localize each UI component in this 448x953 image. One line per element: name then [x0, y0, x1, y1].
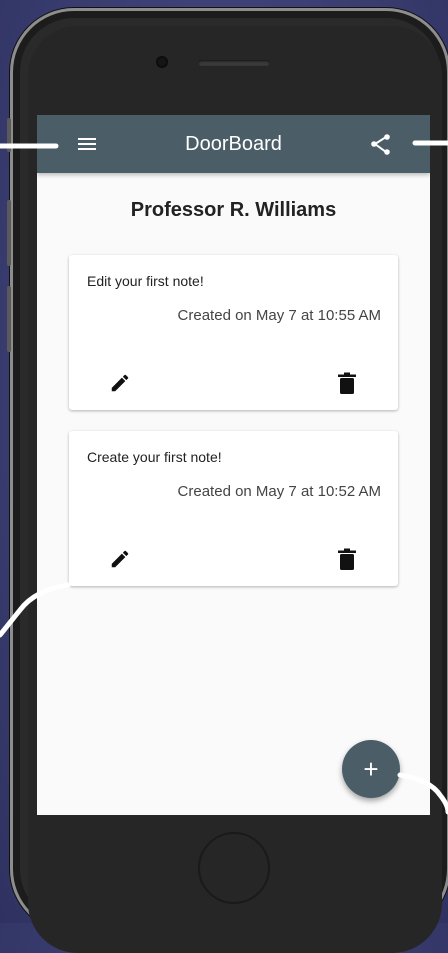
earpiece-speaker [198, 60, 270, 66]
add-note-button[interactable]: + [342, 740, 400, 798]
pencil-icon[interactable] [109, 372, 131, 394]
note-text: Create your first note! [87, 449, 222, 465]
menu-icon[interactable] [77, 133, 99, 155]
note-created-date: Created on May 7 at 10:55 AM [177, 307, 381, 324]
note-created-date: Created on May 7 at 10:52 AM [177, 483, 381, 500]
trash-icon[interactable] [337, 548, 357, 570]
app-screen: DoorBoard Professor R. Williams Edit you… [37, 115, 430, 815]
front-camera [156, 56, 168, 68]
note-text: Edit your first note! [87, 273, 204, 289]
share-icon[interactable] [369, 133, 393, 157]
mute-switch [7, 118, 11, 152]
note-card: Edit your first note! Created on May 7 a… [69, 255, 398, 410]
volume-up-button [7, 200, 11, 266]
home-button [198, 832, 270, 904]
professor-name: Professor R. Williams [130, 199, 337, 221]
app-bar: DoorBoard [37, 115, 430, 173]
note-card: Create your first note! Created on May 7… [69, 431, 398, 586]
trash-icon[interactable] [337, 372, 357, 394]
volume-down-button [7, 286, 11, 352]
pencil-icon[interactable] [109, 548, 131, 570]
